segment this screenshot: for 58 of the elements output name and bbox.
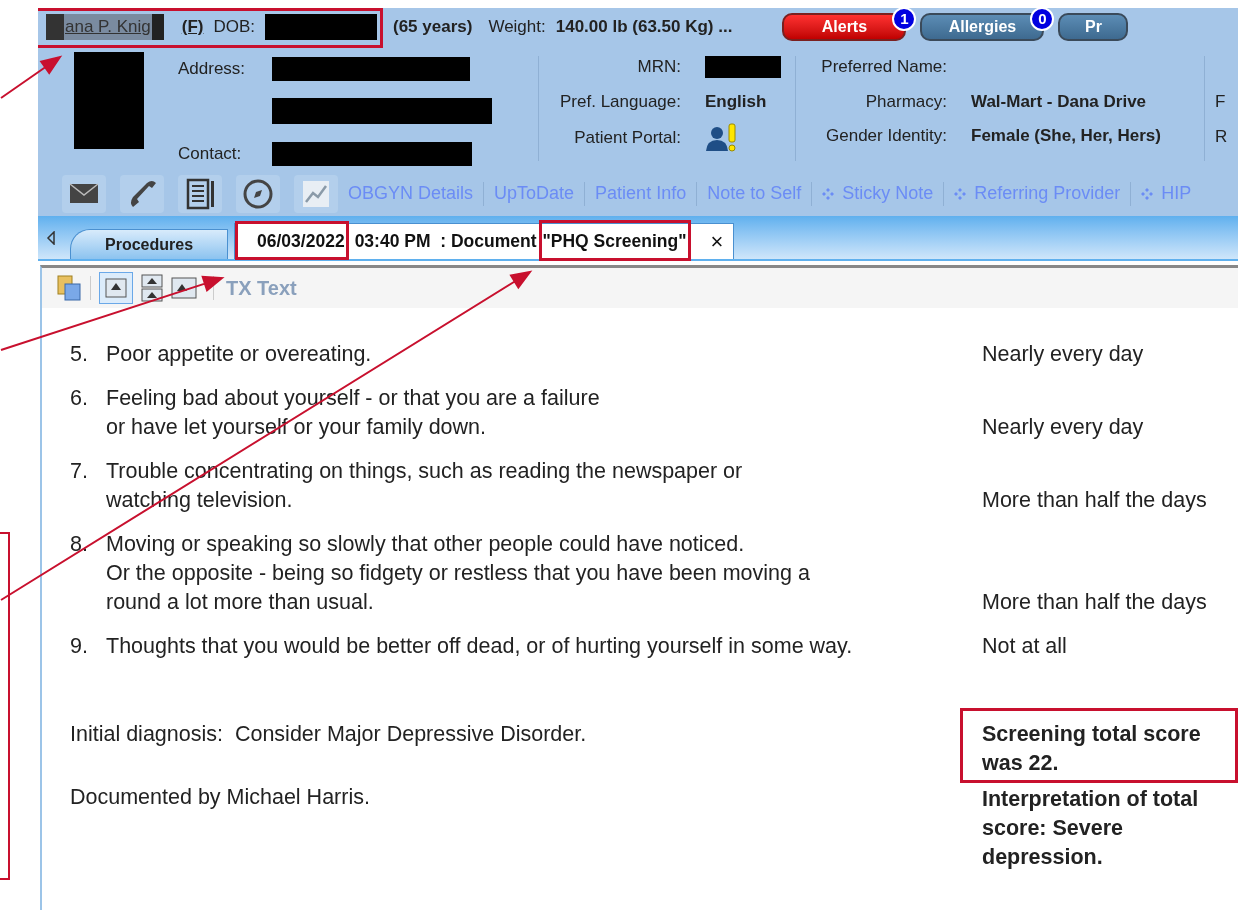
count-badge: 0 [1030,7,1055,31]
answer-text: More than half the days [982,487,1208,514]
score-text: Screening total score was 22. [982,721,1202,777]
question-number: 7. [70,458,89,485]
question-text: Moving or speaking so slowly that other people could have noticed. Or the opposite - being so fidgety or restless that you have been moving a round a lot more than usual. [106,531,810,616]
redaction-bar [46,14,64,40]
patient-name-link[interactable]: ana P. Knig [64,14,152,40]
mrn-label: MRN: [636,56,681,78]
answer-text: Nearly every day [982,414,1145,441]
answer-text: Not at all [982,633,1068,660]
toolbar-button[interactable] [236,174,280,213]
language-value: English [705,90,768,113]
interpretation-text: Interpretation of total score: Severe depression. [982,786,1200,871]
header-button[interactable]: Pr [1058,13,1129,41]
question-text: Thoughts that you would be better off dead, or of hurting yourself in some way. [106,633,853,660]
tab-date-text: 06/03/2022 [257,231,345,252]
gender-identity-label: Gender Identity: [825,125,947,147]
field-label: F [1215,91,1227,113]
question-number: 9. [70,633,89,660]
age-text: (65 years) [393,16,473,39]
question-number: 6. [70,385,89,412]
tab[interactable]: 06/03/2022 03:40 PM : Document "PHQ Screening" × [234,223,735,259]
pharmacy-value: Wal-Mart - Dana Drive [971,90,1148,113]
answer-text: Nearly every day [982,341,1145,368]
toolbar-button[interactable] [62,174,106,213]
address-label: Address: [178,58,247,81]
scroll-left-icon[interactable] [46,231,56,245]
document-name-text: "PHQ Screening" [542,231,687,252]
person-alert-icon [705,123,739,153]
count-badge: 1 [892,7,917,31]
preferred-name-label: Preferred Name: [820,56,947,78]
pharmacy-label: Pharmacy: [864,90,947,113]
portal-label: Patient Portal: [573,127,681,150]
tab-title-text: 03:40 PM : Document [354,230,537,254]
annotation-arrow [0,56,61,99]
tab[interactable]: Procedures [70,229,229,259]
toolbar-button[interactable] [178,174,222,213]
text-box-split-icon[interactable] [141,274,163,302]
question-text: Poor appetite or overeating. [106,341,372,368]
text-box-icon [105,278,127,298]
question-number: 5. [70,341,89,368]
question-number: 8. [70,531,89,558]
toolbar-button[interactable] [99,272,133,304]
toolbar-label: TX Text [226,276,297,301]
weight-value: 140.00 lb (63.50 Kg) ... [555,16,733,39]
documented-by-text: Documented by Michael Harris. [70,784,371,811]
sex-link[interactable]: (F) [181,14,204,40]
close-button[interactable]: × [710,225,724,258]
dob-label: DOB: [213,16,255,39]
toolbar-button[interactable] [120,174,164,213]
language-label: Pref. Language: [559,90,681,113]
paste-icon [56,274,82,302]
field-label: R [1215,125,1228,148]
diagnosis-text: Initial diagnosis: Consider Major Depressive Disorder. [70,721,588,748]
gender-identity-value: Female (She, Her, Hers) [971,125,1162,147]
contact-label: Contact: [178,143,243,166]
weight-label: Weight: [488,16,546,39]
answer-text: More than half the days [982,589,1208,616]
